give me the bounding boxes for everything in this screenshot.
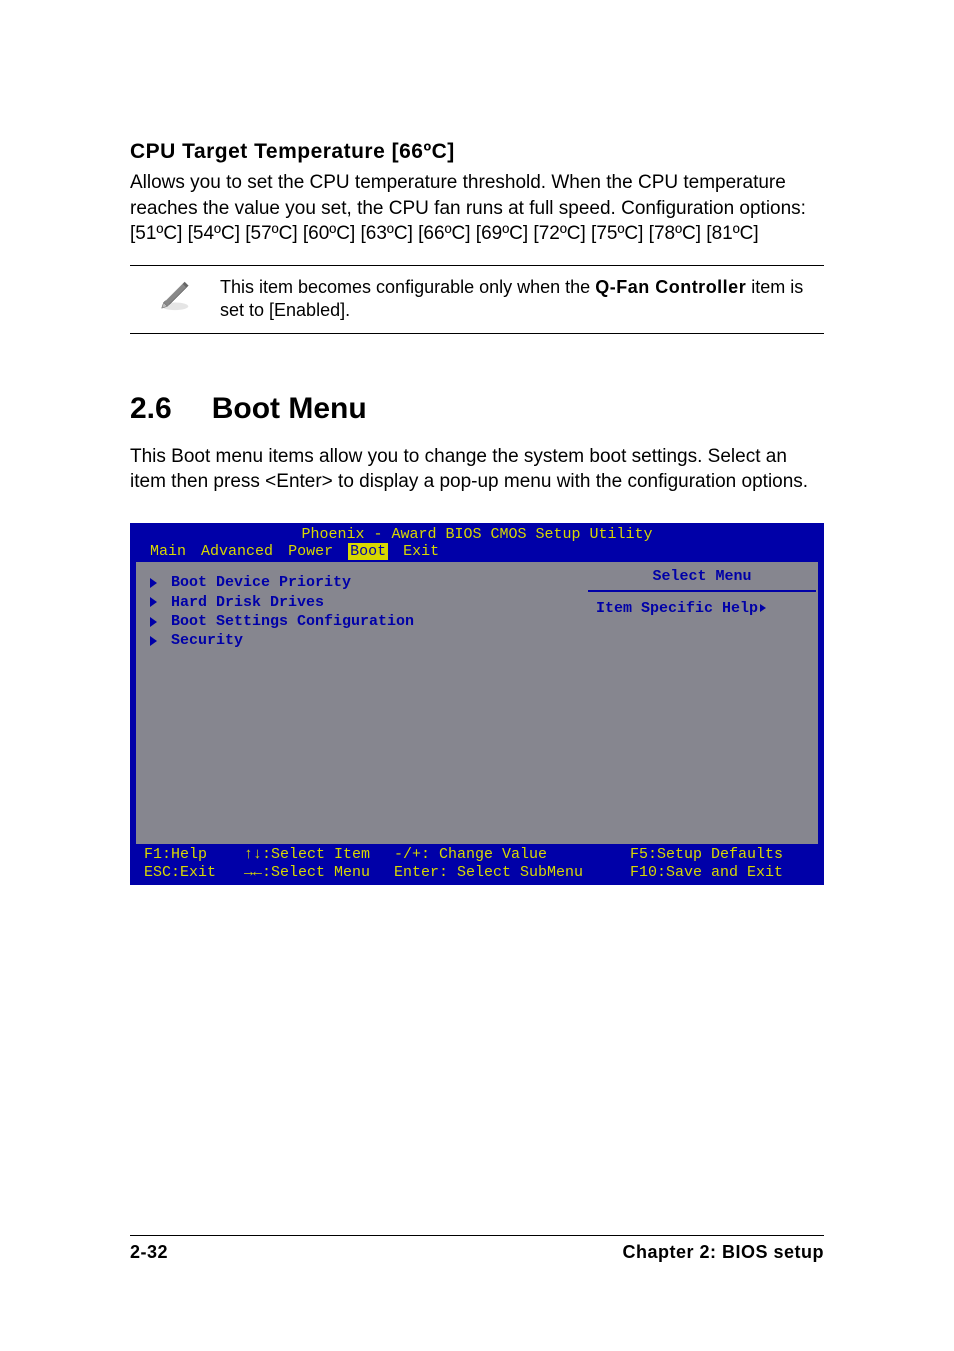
bios-tab-advanced[interactable]: Advanced [201, 543, 273, 560]
bios-item-label: Boot Device Priority [171, 574, 351, 591]
note-text: This item becomes configurable only when… [220, 274, 824, 323]
section-heading: 2.6 Boot Menu [130, 392, 824, 426]
submenu-arrow-icon [150, 617, 157, 627]
chapter-label: Chapter 2: BIOS setup [622, 1242, 824, 1263]
bios-item-label: Security [171, 632, 243, 649]
note-prefix: This item becomes configurable only when… [220, 277, 595, 297]
bios-item-boot-settings-configuration[interactable]: Boot Settings Configuration [150, 613, 574, 630]
note-bold: Q-Fan Controller [595, 277, 746, 297]
bios-footer-col1: F1:Help ESC:Exit [144, 846, 244, 881]
submenu-arrow-icon [760, 604, 766, 612]
bios-help-panel: Select Menu Item Specific Help [588, 564, 816, 842]
bios-help-text: Item Specific Help [596, 600, 758, 617]
bios-title: Phoenix - Award BIOS CMOS Setup Utility [132, 525, 822, 543]
bios-item-security[interactable]: Security [150, 632, 574, 649]
page-footer: 2-32 Chapter 2: BIOS setup [130, 1235, 824, 1263]
note-box: This item becomes configurable only when… [130, 265, 824, 334]
bios-tab-main[interactable]: Main [150, 543, 186, 560]
bios-footer-col4: F5:Setup Defaults F10:Save and Exit [630, 846, 810, 881]
bios-body: Boot Device Priority Hard Drisk Drives B… [136, 562, 818, 844]
bios-screenshot: Phoenix - Award BIOS CMOS Setup Utility … [130, 523, 824, 885]
bios-footer: F1:Help ESC:Exit ↑↓:Select Item →←:Selec… [132, 846, 822, 883]
cpu-temp-heading: CPU Target Temperature [66ºC] [130, 140, 824, 164]
page-number: 2-32 [130, 1242, 168, 1263]
cpu-temp-description: Allows you to set the CPU temperature th… [130, 170, 824, 247]
bios-help-body: Item Specific Help [588, 592, 816, 625]
bios-tab-exit[interactable]: Exit [403, 543, 439, 560]
bios-item-boot-device-priority[interactable]: Boot Device Priority [150, 574, 574, 591]
bios-item-label: Boot Settings Configuration [171, 613, 414, 630]
bios-tab-power[interactable]: Power [288, 543, 333, 560]
bios-tab-boot[interactable]: Boot [348, 543, 388, 560]
section-intro: This Boot menu items allow you to change… [130, 444, 824, 495]
bios-help-title: Select Menu [588, 564, 816, 591]
bios-menu-list: Boot Device Priority Hard Drisk Drives B… [138, 564, 588, 842]
submenu-arrow-icon [150, 578, 157, 588]
submenu-arrow-icon [150, 636, 157, 646]
pencil-icon [130, 274, 220, 312]
submenu-arrow-icon [150, 597, 157, 607]
bios-footer-col3: -/+: Change Value Enter: Select SubMenu [394, 846, 630, 881]
bios-item-hard-disk-drives[interactable]: Hard Drisk Drives [150, 594, 574, 611]
bios-tabs: Main Advanced Power Boot Exit [132, 543, 822, 562]
bios-footer-col2: ↑↓:Select Item →←:Select Menu [244, 846, 394, 881]
section-number: 2.6 [130, 392, 172, 426]
bios-item-label: Hard Drisk Drives [171, 594, 324, 611]
section-title: Boot Menu [212, 392, 367, 426]
